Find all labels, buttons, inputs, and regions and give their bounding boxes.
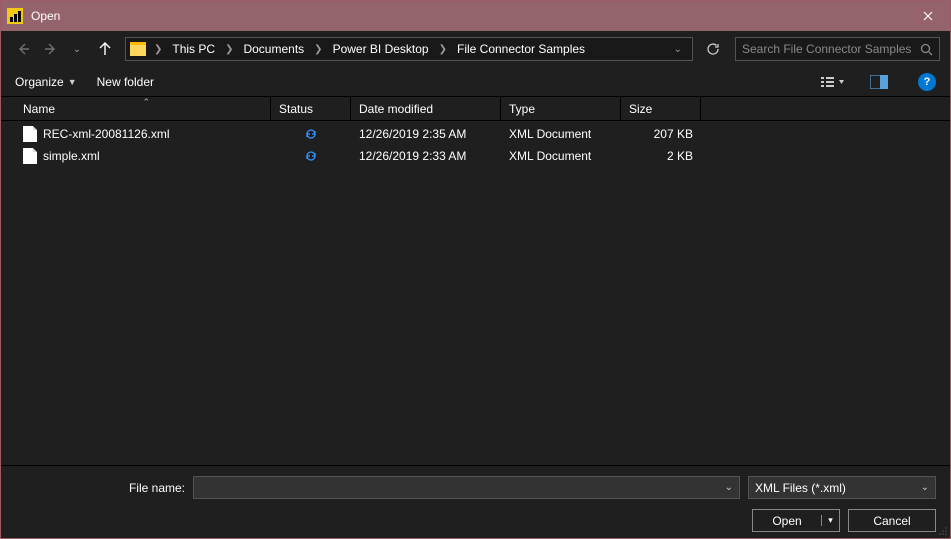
preview-pane-icon — [870, 75, 888, 89]
new-folder-button[interactable]: New folder — [97, 75, 154, 89]
arrow-left-icon — [16, 42, 30, 56]
file-date: 12/26/2019 2:35 AM — [351, 127, 501, 141]
chevron-right-icon: ❯ — [150, 44, 166, 55]
open-dropdown[interactable]: ▾ — [821, 515, 839, 526]
footer: File name: ⌄ XML Files (*.xml) ⌄ Open ▾ … — [1, 465, 950, 538]
recent-locations-button[interactable]: ⌄ — [65, 37, 89, 61]
crumb-this-pc[interactable]: This PC — [168, 42, 219, 56]
resize-grip[interactable] — [938, 526, 948, 536]
file-size: 2 KB — [621, 149, 701, 163]
file-type: XML Document — [501, 127, 621, 141]
chevron-down-icon[interactable]: ⌄ — [719, 482, 739, 493]
crumb-documents[interactable]: Documents — [239, 42, 308, 56]
view-list-icon — [821, 74, 845, 90]
back-button[interactable] — [11, 37, 35, 61]
chevron-down-icon: ⌄ — [921, 482, 929, 493]
chevron-right-icon: ❯ — [310, 44, 326, 55]
close-icon — [923, 11, 933, 21]
refresh-icon — [706, 42, 720, 56]
column-headers: Name ⌃ Status Date modified Type Size — [1, 97, 950, 121]
file-type: XML Document — [501, 149, 621, 163]
view-options-button[interactable] — [820, 71, 846, 93]
file-size: 207 KB — [621, 127, 701, 141]
filename-combobox[interactable]: ⌄ — [193, 476, 740, 499]
refresh-button[interactable] — [701, 37, 725, 61]
sync-status — [271, 149, 351, 163]
column-date[interactable]: Date modified — [351, 97, 501, 120]
file-row[interactable]: REC-xml-20081126.xml 12/26/2019 2:35 AM … — [1, 123, 950, 145]
search-icon — [919, 42, 933, 56]
column-type[interactable]: Type — [501, 97, 621, 120]
folder-icon — [130, 42, 146, 56]
chevron-right-icon: ❯ — [221, 44, 237, 55]
arrow-up-icon — [98, 42, 112, 56]
filename-label: File name: — [15, 481, 185, 495]
close-button[interactable] — [905, 1, 950, 31]
file-icon — [23, 148, 37, 164]
file-list: REC-xml-20081126.xml 12/26/2019 2:35 AM … — [1, 121, 950, 465]
organize-button[interactable]: Organize ▼ — [15, 75, 77, 89]
file-type-filter[interactable]: XML Files (*.xml) ⌄ — [748, 476, 936, 499]
arrow-right-icon — [44, 42, 58, 56]
address-bar[interactable]: ❯ This PC ❯ Documents ❯ Power BI Desktop… — [125, 37, 693, 61]
cancel-button[interactable]: Cancel — [848, 509, 936, 532]
sync-status — [271, 127, 351, 141]
forward-button[interactable] — [39, 37, 63, 61]
nav-row: ⌄ ❯ This PC ❯ Documents ❯ Power BI Deskt… — [1, 31, 950, 67]
file-name: REC-xml-20081126.xml — [43, 127, 170, 141]
column-size[interactable]: Size — [621, 97, 701, 120]
filename-input[interactable] — [194, 481, 719, 495]
help-button[interactable]: ? — [918, 73, 936, 91]
crumb-samples[interactable]: File Connector Samples — [453, 42, 589, 56]
file-name: simple.xml — [43, 149, 100, 163]
chevron-down-icon[interactable]: ⌄ — [674, 44, 682, 55]
open-button[interactable]: Open ▾ — [752, 509, 840, 532]
column-name[interactable]: Name ⌃ — [15, 97, 271, 120]
chevron-right-icon: ❯ — [435, 44, 451, 55]
sync-icon — [304, 149, 318, 163]
powerbi-icon — [7, 8, 23, 24]
search-box[interactable] — [735, 37, 940, 61]
preview-pane-button[interactable] — [866, 71, 892, 93]
sort-asc-icon: ⌃ — [143, 97, 151, 108]
sync-icon — [304, 127, 318, 141]
file-date: 12/26/2019 2:33 AM — [351, 149, 501, 163]
crumb-powerbi[interactable]: Power BI Desktop — [329, 42, 433, 56]
chevron-down-icon: ▼ — [68, 77, 77, 87]
file-icon — [23, 126, 37, 142]
search-input[interactable] — [742, 42, 919, 56]
column-status[interactable]: Status — [271, 97, 351, 120]
window-title: Open — [31, 9, 60, 23]
toolbar: Organize ▼ New folder ? — [1, 67, 950, 97]
file-row[interactable]: simple.xml 12/26/2019 2:33 AM XML Docume… — [1, 145, 950, 167]
title-bar: Open — [1, 1, 950, 31]
open-dialog: Open ⌄ ❯ This PC ❯ Documents ❯ Power BI … — [0, 0, 951, 539]
up-button[interactable] — [93, 37, 117, 61]
